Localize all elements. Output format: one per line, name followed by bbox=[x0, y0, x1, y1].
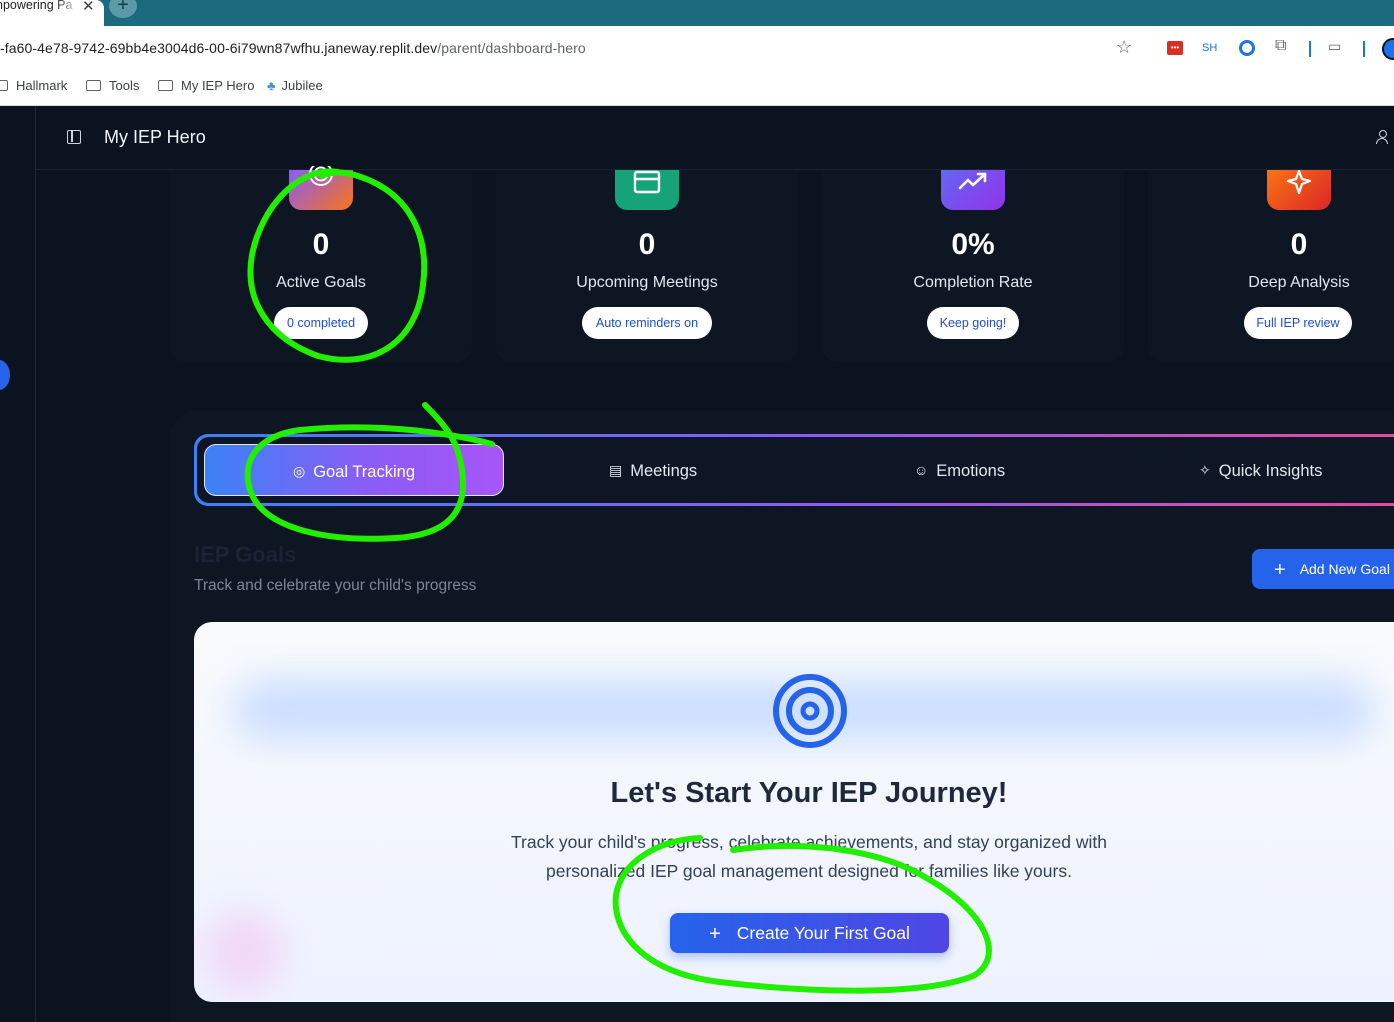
bookmark-label: Hallmark bbox=[16, 78, 68, 93]
sidebar-handle[interactable] bbox=[0, 360, 10, 390]
app-header: My IEP Hero bbox=[36, 106, 1394, 170]
stat-label: Active Goals bbox=[276, 274, 366, 291]
bookmark-star-icon[interactable]: ☆ bbox=[1116, 37, 1132, 58]
browser-tab-strip: npowering Pa ✕ + bbox=[0, 0, 1394, 26]
add-button-label: Add New Goal bbox=[1299, 561, 1390, 577]
stat-pill: Full IEP review bbox=[1244, 307, 1352, 339]
app-title: My IEP Hero bbox=[104, 127, 206, 147]
jubilee-icon: ♣ bbox=[267, 78, 276, 93]
section-title: IEP Goals bbox=[194, 542, 297, 567]
bookmark-label: Jubilee bbox=[281, 78, 323, 93]
tab-bar-inner: ◎ Goal Tracking ▤ Meetings ☺ Emotions ✧ Quic… bbox=[197, 437, 1394, 503]
tab-label: Meetings bbox=[630, 462, 698, 480]
tab-label: Quick Insights bbox=[1218, 462, 1323, 480]
close-icon[interactable]: ✕ bbox=[82, 0, 95, 15]
stat-card-deep-analysis: 0 Deep Analysis Full IEP review bbox=[1148, 169, 1394, 362]
tab-meetings[interactable]: ▤ Meetings bbox=[609, 444, 697, 496]
plus-icon: + bbox=[1274, 559, 1286, 581]
toolbar-divider bbox=[1309, 41, 1311, 57]
stat-pill: Keep going! bbox=[927, 307, 1019, 339]
bookmark-my-iep-hero[interactable]: My IEP Hero bbox=[158, 78, 254, 93]
empty-state-text: Track your child's progress, celebrate a… bbox=[510, 832, 1108, 881]
section-subtitle: Track and celebrate your child's progres… bbox=[194, 577, 477, 594]
toolbar-divider bbox=[1363, 41, 1365, 57]
profile-avatar-icon[interactable] bbox=[1382, 38, 1394, 60]
url-field[interactable]: -fa60-4e78-9742-69bb4e3004d6-00-6i79wn87… bbox=[0, 40, 586, 56]
new-tab-button[interactable]: + bbox=[109, 0, 137, 18]
trending-up-icon bbox=[941, 170, 1005, 210]
sparkle-icon bbox=[1267, 169, 1331, 210]
app-sidebar bbox=[0, 106, 36, 1022]
stat-card-upcoming-meetings: 0 Upcoming Meetings Auto reminders on bbox=[496, 170, 798, 362]
stat-pill: 0 completed bbox=[274, 307, 368, 339]
bookmark-hallmark[interactable]: Hallmark bbox=[0, 78, 67, 93]
decorative-glow bbox=[204, 912, 284, 992]
tab-quick-insights[interactable]: ✧ Quick Insights bbox=[1199, 444, 1322, 496]
create-first-goal-button[interactable]: + Create Your First Goal bbox=[670, 913, 949, 953]
tab-label: Goal Tracking bbox=[313, 463, 415, 481]
smile-icon: ☺ bbox=[914, 462, 929, 478]
create-button-label: Create Your First Goal bbox=[736, 923, 910, 943]
address-bar: -fa60-4e78-9742-69bb4e3004d6-00-6i79wn87… bbox=[0, 26, 1394, 70]
url-host: -fa60-4e78-9742-69bb4e3004d6-00-6i79wn87… bbox=[0, 40, 438, 56]
tab-title-fade bbox=[56, 0, 80, 22]
sidebar-toggle-icon[interactable] bbox=[67, 130, 81, 144]
calendar-icon: ▤ bbox=[609, 462, 623, 478]
bookmarks-bar: Hallmark Tools My IEP Hero ♣ Jubilee bbox=[0, 70, 1394, 106]
stat-label: Deep Analysis bbox=[1248, 274, 1350, 291]
plus-icon: + bbox=[709, 923, 721, 945]
target-icon: ◎ bbox=[292, 463, 306, 479]
sparkles-icon: ✧ bbox=[1199, 462, 1211, 478]
bookmark-jubilee[interactable]: ♣ Jubilee bbox=[267, 78, 323, 93]
bookmark-label: My IEP Hero bbox=[181, 78, 255, 93]
stat-value: 0 bbox=[312, 228, 330, 261]
extension-c-icon[interactable] bbox=[1239, 40, 1255, 56]
bookmark-label: Tools bbox=[109, 78, 140, 93]
target-icon bbox=[289, 162, 353, 210]
folder-icon bbox=[158, 80, 173, 91]
add-new-goal-button[interactable]: + Add New Goal bbox=[1252, 549, 1394, 589]
empty-state-title: Let's Start Your IEP Journey! bbox=[610, 777, 1008, 809]
tab-label: Emotions bbox=[936, 462, 1006, 480]
target-icon bbox=[773, 674, 847, 748]
stat-card-active-goals: 0 Active Goals 0 completed bbox=[170, 162, 472, 362]
stat-label: Upcoming Meetings bbox=[576, 274, 718, 291]
stat-value: 0 bbox=[638, 228, 656, 261]
extension-sh-icon[interactable]: SH bbox=[1202, 42, 1217, 54]
browser-tab[interactable]: npowering Pa ✕ bbox=[0, 0, 104, 26]
tab-bar: ◎ Goal Tracking ▤ Meetings ☺ Emotions ✧ Quic… bbox=[194, 434, 1394, 506]
extension-red-icon[interactable]: ••• bbox=[1167, 41, 1183, 55]
calendar-icon bbox=[615, 170, 679, 210]
folder-icon bbox=[86, 80, 101, 91]
stat-value: 0% bbox=[951, 228, 995, 261]
main-content: My IEP Hero 0 Active Goals 0 completed 0… bbox=[36, 106, 1394, 1022]
tab-goal-tracking[interactable]: ◎ Goal Tracking bbox=[204, 444, 504, 496]
extensions-puzzle-icon[interactable]: ⧉ bbox=[1275, 37, 1286, 55]
tab-emotions[interactable]: ☺ Emotions bbox=[914, 444, 1005, 496]
tab-search-icon[interactable]: ▭ bbox=[1328, 38, 1341, 55]
stat-card-completion-rate: 0% Completion Rate Keep going! bbox=[822, 170, 1124, 362]
url-path: /parent/dashboard-hero bbox=[437, 40, 586, 56]
empty-state-card: Let's Start Your IEP Journey! Track your… bbox=[194, 622, 1394, 1002]
stat-value: 0 bbox=[1290, 228, 1308, 261]
bookmark-tools[interactable]: Tools bbox=[86, 78, 139, 93]
user-icon[interactable] bbox=[1376, 130, 1388, 144]
stat-pill: Auto reminders on bbox=[582, 307, 712, 339]
stat-label: Completion Rate bbox=[913, 274, 1033, 291]
folder-icon bbox=[0, 80, 8, 91]
